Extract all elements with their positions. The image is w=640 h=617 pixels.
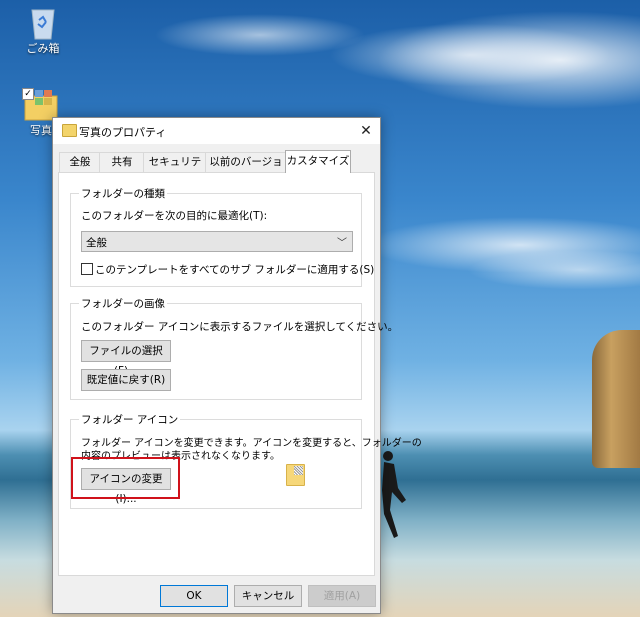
change-icon-highlight: [71, 457, 180, 499]
tab-previous-versions[interactable]: 以前のバージョン: [205, 152, 287, 187]
tab-general[interactable]: 全般: [59, 152, 101, 172]
apply-button[interactable]: 適用(A): [308, 585, 376, 607]
title-bar[interactable]: 写真のプロパティ ✕: [53, 118, 380, 144]
folder-picture-title: フォルダーの画像: [79, 296, 167, 311]
checkbox-icon: ✓: [22, 88, 34, 100]
tab-security[interactable]: セキュリティ: [143, 152, 207, 187]
choose-file-button[interactable]: ファイルの選択(F)...: [81, 340, 171, 377]
recycle-bin-icon: [31, 9, 55, 40]
properties-dialog: 写真のプロパティ ✕ 全般 共有 セキュリティ 以前のバージョン カスタマイズ …: [52, 117, 422, 614]
folder-icon-title: フォルダー アイコン: [79, 412, 181, 427]
tab-sharing[interactable]: 共有: [99, 152, 145, 172]
restore-default-button[interactable]: 既定値に戻す(R): [81, 369, 171, 391]
cancel-button[interactable]: キャンセル: [234, 585, 302, 607]
preview-grid-icon: [294, 466, 303, 475]
folder-icon: [62, 124, 77, 137]
folder-type-group: フォルダーの種類 このフォルダーを次の目的に最適化(T): 全般 ﹀ このテンプ…: [70, 186, 374, 287]
chevron-down-icon: ﹀: [337, 238, 347, 249]
ok-button[interactable]: OK: [160, 585, 228, 607]
photo-folder-label: 写真: [30, 124, 52, 137]
dialog-title: 写真のプロパティ: [79, 126, 167, 139]
recycle-bin-label: ごみ箱: [26, 42, 60, 55]
apply-template-label[interactable]: このテンプレートをすべてのサブ フォルダーに適用する(S): [95, 262, 374, 277]
optimize-dropdown[interactable]: 全般 ﹀: [81, 231, 353, 252]
customize-panel: フォルダーの種類 このフォルダーを次の目的に最適化(T): 全般 ﹀ このテンプ…: [58, 172, 422, 576]
close-button[interactable]: ✕: [352, 118, 380, 144]
cliff-rock: [592, 330, 640, 468]
folder-picture-group: フォルダーの画像 このフォルダー アイコンに表示するファイルを選択してください。…: [70, 296, 398, 400]
optimize-label: このフォルダーを次の目的に最適化(T):: [81, 210, 268, 222]
folder-type-title: フォルダーの種類: [79, 186, 167, 201]
apply-template-checkbox[interactable]: [81, 263, 93, 275]
folder-preview-icon: [286, 464, 305, 486]
tab-customize[interactable]: カスタマイズ: [285, 150, 351, 173]
folder-picture-description: このフォルダー アイコンに表示するファイルを選択してください。: [81, 321, 399, 333]
recycle-bin-shortcut[interactable]: ごみ箱: [18, 6, 68, 56]
runner-silhouette: [382, 451, 406, 538]
optimize-value: 全般: [86, 237, 107, 249]
